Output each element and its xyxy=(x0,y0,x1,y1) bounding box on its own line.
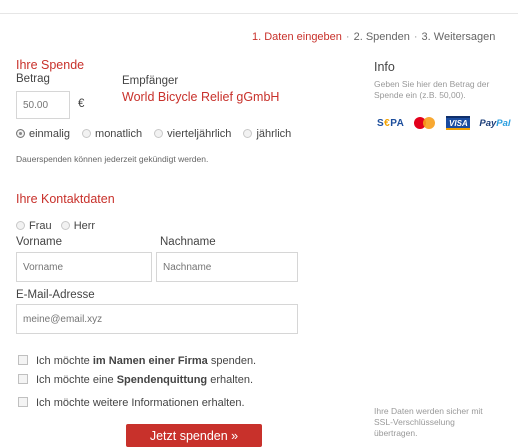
salutation-option-frau[interactable]: Frau xyxy=(16,220,52,232)
frequency-group: einmalig monatlich vierteljährlich jährl… xyxy=(16,128,300,140)
info-heading: Info xyxy=(374,60,395,74)
frequency-option-monthly[interactable]: monatlich xyxy=(82,128,142,140)
sepa-logo: S€PA xyxy=(377,117,405,129)
visa-logo: VISA xyxy=(446,116,471,130)
amount-label: Betrag xyxy=(16,73,50,85)
step-enter-data: 1. Daten eingeben xyxy=(252,31,342,43)
receipt-checkbox-row[interactable]: Ich möchte eine Spendenquittung erhalten… xyxy=(18,374,253,386)
step-donate: 2. Spenden xyxy=(353,31,410,43)
mastercard-logo xyxy=(413,116,437,130)
info-text-line1: Geben Sie hier den Betrag der xyxy=(374,79,490,89)
frequency-option-once[interactable]: einmalig xyxy=(16,128,70,140)
ssl-text-line3: übertragen. xyxy=(374,428,418,438)
radio-icon xyxy=(16,221,25,230)
frequency-option-quarterly[interactable]: vierteljährlich xyxy=(154,128,231,140)
radio-icon xyxy=(154,129,164,138)
ssl-text-line1: Ihre Daten werden sicher mit xyxy=(374,406,483,416)
radio-icon xyxy=(82,129,92,138)
radio-icon xyxy=(16,129,25,138)
firstname-label: Vorname xyxy=(16,236,63,248)
checkbox-icon xyxy=(18,374,28,384)
contact-heading: Ihre Kontaktdaten xyxy=(16,192,115,206)
lastname-label: Nachname xyxy=(160,236,216,248)
salutation-group: Frau Herr xyxy=(16,220,104,232)
company-checkbox-row[interactable]: Ich möchte im Namen einer Firma spenden. xyxy=(18,355,256,367)
checkbox-icon xyxy=(18,355,28,365)
recipient-name: World Bicycle Relief gGmbH xyxy=(122,90,280,104)
radio-icon xyxy=(243,129,253,138)
radio-icon xyxy=(60,221,70,230)
payment-methods: S€PA VISA PayPal xyxy=(377,116,511,130)
firstname-input[interactable] xyxy=(16,252,152,282)
step-share: 3. Weitersagen xyxy=(421,31,496,43)
email-input[interactable] xyxy=(16,304,298,334)
info-text-line2: Spende ein (z.B. 50,00). xyxy=(374,90,466,100)
step-separator: · xyxy=(413,31,418,43)
ssl-text-line2: SSL-Verschlüsselung xyxy=(374,417,455,427)
salutation-option-herr[interactable]: Herr xyxy=(60,220,95,232)
amount-input[interactable] xyxy=(16,91,70,119)
top-divider xyxy=(0,13,518,14)
info-checkbox-row[interactable]: Ich möchte weitere Informationen erhalte… xyxy=(18,397,245,409)
checkbox-icon xyxy=(18,397,28,407)
lastname-input[interactable] xyxy=(156,252,298,282)
paypal-logo: PayPal xyxy=(479,117,511,129)
donation-heading: Ihre Spende xyxy=(16,58,85,72)
step-separator: · xyxy=(345,31,350,43)
recipient-label: Empfänger xyxy=(122,75,179,87)
progress-steps: 1. Daten eingeben · 2. Spenden · 3. Weitersa… xyxy=(252,31,495,43)
email-label: E-Mail-Adresse xyxy=(16,289,95,301)
recurring-note: Dauerspenden können jederzeit gekündigt … xyxy=(16,154,209,164)
frequency-option-yearly[interactable]: jährlich xyxy=(243,128,291,140)
donate-now-button[interactable]: Jetzt spenden » xyxy=(126,424,262,447)
currency-label: € xyxy=(78,98,85,110)
